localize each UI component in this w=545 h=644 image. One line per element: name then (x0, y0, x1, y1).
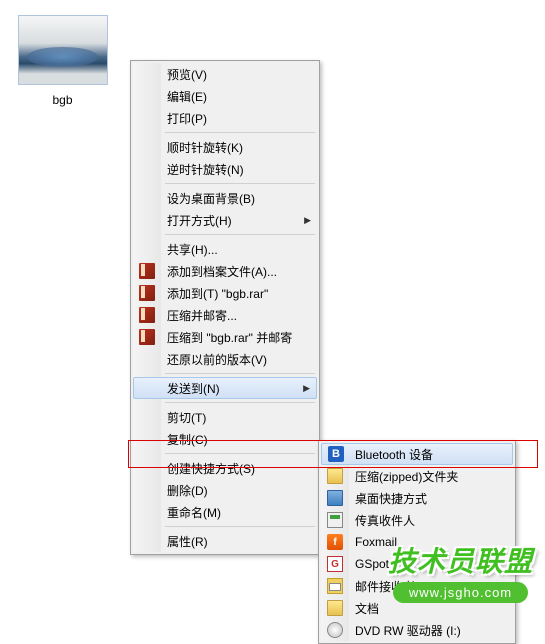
image-thumbnail (18, 15, 108, 85)
menu-item[interactable]: 预览(V) (133, 63, 317, 85)
menu-separator (165, 453, 315, 454)
submenu-item[interactable]: 压缩(zipped)文件夹 (321, 465, 513, 487)
submenu-item-label: 文档 (355, 600, 379, 617)
submenu-item[interactable]: B Bluetooth 设备 (321, 443, 513, 465)
gspot-icon: G (327, 556, 343, 572)
submenu-item-label: 传真收件人 (355, 512, 415, 529)
menu-item-label: 删除(D) (167, 482, 208, 499)
submenu-item-label: DVD RW 驱动器 (I:) (355, 622, 461, 639)
books-icon (139, 263, 155, 279)
menu-item-label: 共享(H)... (167, 241, 218, 258)
desktop-icon (327, 490, 343, 506)
watermark-url: www.jsgho.com (393, 582, 528, 603)
submenu-item-label: 桌面快捷方式 (355, 490, 427, 507)
menu-item[interactable]: 编辑(E) (133, 85, 317, 107)
menu-item-label: 重命名(M) (167, 504, 221, 521)
menu-item[interactable]: 压缩并邮寄... (133, 304, 317, 326)
menu-separator (165, 183, 315, 184)
menu-item-label: 复制(C) (167, 431, 208, 448)
menu-item[interactable]: 添加到(T) "bgb.rar" (133, 282, 317, 304)
submenu-item-label: 压缩(zipped)文件夹 (355, 468, 458, 485)
menu-item[interactable]: 逆时针旋转(N) (133, 158, 317, 180)
menu-item-label: 编辑(E) (167, 88, 207, 105)
watermark-text: 技术员联盟 (388, 540, 533, 580)
submenu-arrow-icon: ▶ (304, 215, 311, 226)
menu-separator (165, 373, 315, 374)
submenu-item[interactable]: 桌面快捷方式 (321, 487, 513, 509)
fax-icon (327, 512, 343, 528)
menu-item-label: 属性(R) (167, 533, 208, 550)
books-icon (139, 307, 155, 323)
dvd-icon (327, 622, 343, 638)
menu-separator (165, 132, 315, 133)
menu-item-label: 顺时针旋转(K) (167, 139, 243, 156)
folder-icon (327, 468, 343, 484)
menu-item[interactable]: 顺时针旋转(K) (133, 136, 317, 158)
menu-separator (165, 402, 315, 403)
menu-separator (165, 234, 315, 235)
menu-item-label: 压缩并邮寄... (167, 307, 237, 324)
menu-item[interactable]: 发送到(N) ▶ (133, 377, 317, 399)
context-menu: 预览(V) 编辑(E) 打印(P) 顺时针旋转(K) 逆时针旋转(N) 设为桌面背景(B)… (130, 60, 320, 555)
menu-item-label: 压缩到 "bgb.rar" 并邮寄 (167, 329, 292, 346)
menu-item[interactable]: 压缩到 "bgb.rar" 并邮寄 (133, 326, 317, 348)
menu-item-label: 创建快捷方式(S) (167, 460, 255, 477)
menu-item[interactable]: 剪切(T) (133, 406, 317, 428)
menu-item-label: 还原以前的版本(V) (167, 351, 267, 368)
menu-item[interactable]: 重命名(M) (133, 501, 317, 523)
menu-separator (165, 526, 315, 527)
menu-item[interactable]: 复制(C) (133, 428, 317, 450)
menu-item[interactable]: 创建快捷方式(S) (133, 457, 317, 479)
books-icon (139, 285, 155, 301)
menu-item-label: 预览(V) (167, 66, 207, 83)
bluetooth-icon: B (328, 446, 344, 462)
menu-item-label: 设为桌面背景(B) (167, 190, 255, 207)
mail-icon (327, 578, 343, 594)
menu-item-label: 发送到(N) (167, 380, 220, 397)
books-icon (139, 329, 155, 345)
menu-item-label: 剪切(T) (167, 409, 206, 426)
watermark: 技术员联盟 www.jsgho.com (388, 540, 533, 603)
file-label: bgb (15, 93, 110, 107)
submenu-item-label: GSpot (355, 557, 389, 571)
menu-item[interactable]: 属性(R) (133, 530, 317, 552)
docs-icon (327, 600, 343, 616)
file-thumbnail-item[interactable]: bgb (15, 15, 110, 107)
submenu-item[interactable]: DVD RW 驱动器 (I:) (321, 619, 513, 641)
menu-item[interactable]: 打开方式(H) ▶ (133, 209, 317, 231)
menu-item-label: 逆时针旋转(N) (167, 161, 244, 178)
menu-item-label: 打印(P) (167, 110, 207, 127)
submenu-item-label: Bluetooth 设备 (355, 446, 433, 463)
submenu-item[interactable]: 传真收件人 (321, 509, 513, 531)
menu-item[interactable]: 删除(D) (133, 479, 317, 501)
menu-item-label: 添加到档案文件(A)... (167, 263, 277, 280)
foxmail-icon: f (327, 534, 343, 550)
menu-item[interactable]: 设为桌面背景(B) (133, 187, 317, 209)
menu-item[interactable]: 共享(H)... (133, 238, 317, 260)
menu-item[interactable]: 添加到档案文件(A)... (133, 260, 317, 282)
menu-item[interactable]: 打印(P) (133, 107, 317, 129)
submenu-arrow-icon: ▶ (303, 383, 310, 394)
menu-item[interactable]: 还原以前的版本(V) (133, 348, 317, 370)
menu-item-label: 打开方式(H) (167, 212, 232, 229)
menu-item-label: 添加到(T) "bgb.rar" (167, 285, 268, 302)
